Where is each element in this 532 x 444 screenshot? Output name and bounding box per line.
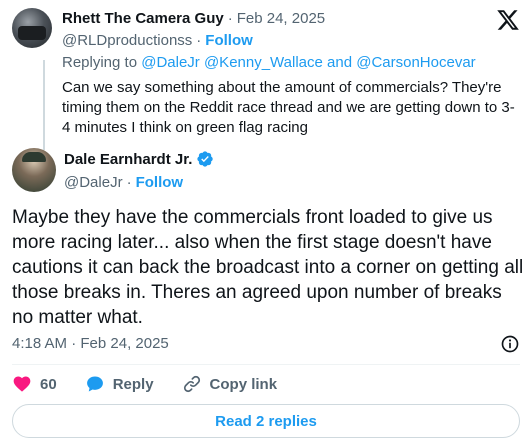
thread-line xyxy=(43,60,45,150)
avatar[interactable] xyxy=(12,148,56,192)
like-button[interactable]: 60 xyxy=(12,374,57,394)
main-follow-button[interactable]: Follow xyxy=(136,174,184,191)
verified-badge-icon xyxy=(197,151,214,167)
separator-dot: · xyxy=(126,173,132,191)
separator-dot: · xyxy=(196,31,202,49)
main-handle[interactable]: @DaleJr xyxy=(64,174,123,191)
tweet-timestamp[interactable]: 4:18 AM · Feb 24, 2025 xyxy=(12,335,169,352)
copy-link-label: Copy link xyxy=(209,375,278,393)
separator-dot: · xyxy=(227,9,233,27)
reply-bubble-icon xyxy=(86,376,103,392)
parent-handle[interactable]: @RLDproductionss xyxy=(62,32,192,49)
main-tweet-text: Maybe they have the commercials front lo… xyxy=(12,207,524,328)
reply-button[interactable]: Reply xyxy=(85,374,154,394)
reply-label: Reply xyxy=(112,375,154,393)
action-bar: 60 Reply Copy link xyxy=(12,372,305,396)
avatar[interactable] xyxy=(12,8,52,48)
main-tweet-header: Dale Earnhardt Jr. @DaleJr · Follow xyxy=(12,148,520,192)
link-icon xyxy=(183,375,200,393)
heart-icon xyxy=(13,376,31,392)
parent-display-name[interactable]: Rhett The Camera Guy xyxy=(62,10,224,27)
read-replies-button[interactable]: Read 2 replies xyxy=(12,404,520,438)
replying-prefix: Replying to xyxy=(62,54,138,71)
parent-tweet-text: Can we say something about the amount of… xyxy=(62,79,515,136)
info-icon[interactable] xyxy=(500,334,520,354)
parent-follow-button[interactable]: Follow xyxy=(205,32,253,49)
divider xyxy=(12,364,520,365)
copy-link-button[interactable]: Copy link xyxy=(182,374,278,394)
parent-date[interactable]: Feb 24, 2025 xyxy=(237,10,325,27)
main-display-name[interactable]: Dale Earnhardt Jr. xyxy=(64,151,192,168)
replying-mentions[interactable]: @DaleJr @Kenny_Wallace and @CarsonHoceva… xyxy=(141,54,475,71)
replying-to: Replying to @DaleJr @Kenny_Wallace and @… xyxy=(62,54,522,74)
like-count: 60 xyxy=(40,375,57,393)
